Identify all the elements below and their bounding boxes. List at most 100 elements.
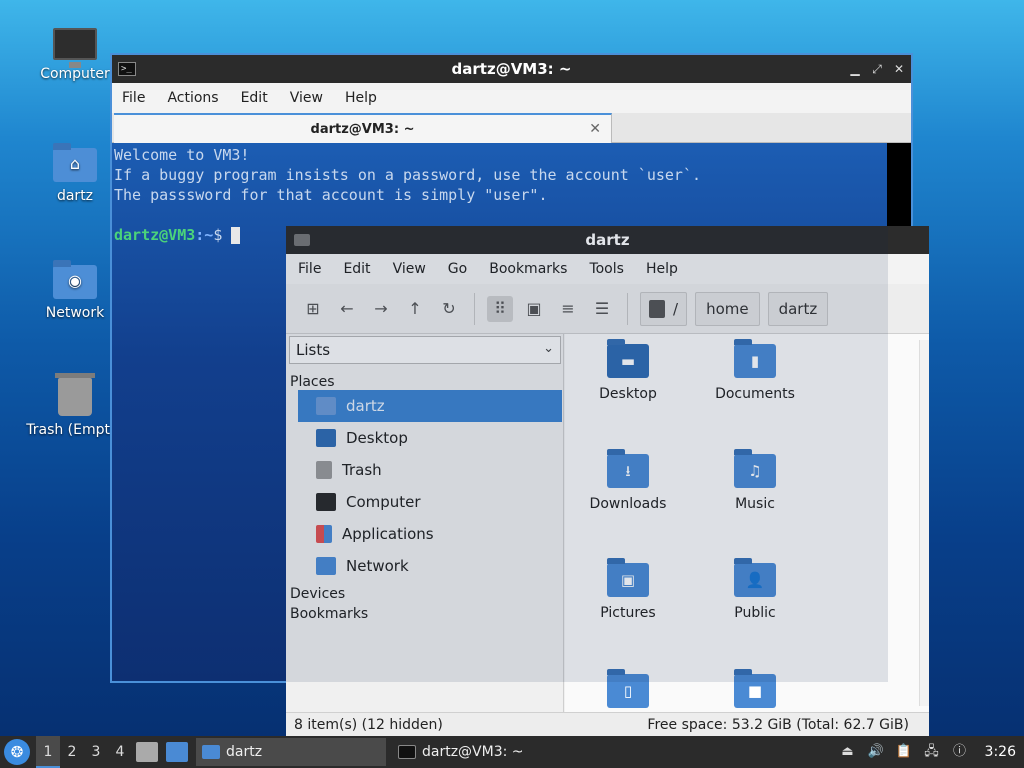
workspace-3[interactable]: 3 (84, 736, 108, 768)
templates-folder-icon: ▯ (607, 669, 649, 708)
forward-button[interactable]: → (368, 296, 394, 322)
folder-item-desktop[interactable]: ▬ Desktop (568, 339, 688, 402)
file-manager-menubar: File Edit View Go Bookmarks Tools Help (286, 254, 929, 284)
sidebar-item-trash[interactable]: Trash (298, 454, 562, 486)
folder-item-music[interactable]: ♫ Music (695, 449, 815, 512)
minimize-button[interactable]: ▁ (849, 63, 861, 75)
folder-label: Desktop (599, 386, 657, 402)
menu-bookmarks[interactable]: Bookmarks (489, 261, 567, 277)
toolbar-divider (627, 292, 628, 325)
side-pane-mode-value: Lists (296, 341, 331, 359)
menu-file[interactable]: File (298, 261, 321, 277)
tab-label: dartz@VM3: ~ (310, 121, 415, 137)
update-notification-icon[interactable]: ⓘ (951, 743, 969, 761)
sidebar-item-network[interactable]: Network (298, 550, 562, 582)
file-view-scrollbar[interactable] (919, 340, 929, 706)
sidebar-item-applications[interactable]: Applications (298, 518, 562, 550)
folder-label: Music (735, 496, 775, 512)
close-tab-icon[interactable]: ✕ (589, 121, 601, 137)
pictures-folder-icon: ▣ (607, 558, 649, 597)
show-desktop-icon[interactable] (166, 742, 188, 762)
sidebar-item-dartz[interactable]: dartz (298, 390, 562, 422)
terminal-titlebar[interactable]: >_ dartz@VM3: ~ ▁ ⤢ ✕ (112, 55, 911, 83)
terminal-line: Welcome to VM3! (114, 146, 250, 164)
folder-label: Public (734, 605, 776, 621)
folder-item-templates[interactable]: ▯ (568, 669, 688, 716)
folder-item-pictures[interactable]: ▣ Pictures (568, 558, 688, 621)
trash-icon (316, 461, 332, 479)
terminal-line: If a buggy program insists on a password… (114, 166, 701, 184)
terminal-tabbar: dartz@VM3: ~ ✕ (112, 113, 911, 143)
path-segment-home[interactable]: home (695, 291, 760, 326)
folder-item-public[interactable]: 👤 Public (695, 558, 815, 621)
close-button[interactable]: ✕ (893, 63, 905, 75)
new-tab-button[interactable]: ⊞ (300, 296, 326, 322)
menu-tools[interactable]: Tools (589, 261, 624, 277)
file-manager-launcher-icon[interactable] (136, 742, 158, 762)
task-button-terminal[interactable]: dartz@VM3: ~ (392, 738, 582, 766)
file-manager-titlebar[interactable]: dartz (286, 226, 929, 254)
start-menu-button[interactable]: ❂ (4, 739, 30, 765)
clipboard-icon[interactable]: 📋 (895, 743, 913, 761)
devices-heading[interactable]: Devices (286, 582, 563, 602)
back-button[interactable]: ← (334, 296, 360, 322)
folder-item-documents[interactable]: ▮ Documents (695, 339, 815, 402)
up-button[interactable]: ↑ (402, 296, 428, 322)
taskbar: ❂ 1 2 3 4 dartz dartz@VM3: ~ ⏏ 🔊 📋 🖧 ⓘ 3… (0, 736, 1024, 768)
file-manager-toolbar: ⊞ ← → ↑ ↻ ⠿ ▣ ≡ ☰ / home dartz (286, 284, 929, 334)
menu-edit[interactable]: Edit (241, 90, 268, 106)
prompt-user: dartz@VM3 (114, 226, 196, 244)
reload-button[interactable]: ↻ (436, 296, 462, 322)
menu-edit[interactable]: Edit (343, 261, 370, 277)
task-button-file-manager[interactable]: dartz (196, 738, 386, 766)
bookmarks-heading[interactable]: Bookmarks (286, 602, 563, 622)
sidebar-item-label: Desktop (346, 429, 408, 447)
menu-go[interactable]: Go (448, 261, 467, 277)
free-space-status: Free space: 53.2 GiB (Total: 62.7 GiB) (647, 716, 909, 733)
task-label: dartz@VM3: ~ (422, 744, 524, 760)
thumbnail-view-button[interactable]: ▣ (521, 296, 547, 322)
terminal-icon (398, 745, 416, 759)
item-count-status: 8 item(s) (12 hidden) (294, 716, 443, 733)
detailed-view-button[interactable]: ☰ (589, 296, 615, 322)
folder-item-downloads[interactable]: ⭳ Downloads (568, 449, 688, 512)
workspace-1[interactable]: 1 (36, 736, 60, 768)
trash-icon (55, 373, 95, 416)
clock[interactable]: 3:26 (985, 744, 1016, 760)
sidebar-item-label: Applications (342, 525, 434, 543)
sidebar-item-desktop[interactable]: Desktop (298, 422, 562, 454)
workspace-4[interactable]: 4 (108, 736, 132, 768)
menu-help[interactable]: Help (345, 90, 377, 106)
path-root-button[interactable]: / (640, 291, 688, 326)
videos-folder-icon: ■ (734, 669, 776, 708)
prompt-symbol: $ (213, 226, 223, 244)
network-folder-icon: ◉ (53, 260, 97, 299)
network-icon[interactable]: 🖧 (923, 743, 941, 761)
path-root-label: / (673, 299, 679, 318)
eject-icon[interactable]: ⏏ (839, 743, 857, 761)
desktop-folder-icon: ▬ (607, 339, 649, 378)
sidebar-item-computer[interactable]: Computer (298, 486, 562, 518)
menu-view[interactable]: View (393, 261, 426, 277)
sidebar-item-label: Trash (342, 461, 382, 479)
icon-view-button[interactable]: ⠿ (487, 295, 513, 322)
maximize-button[interactable]: ⤢ (871, 63, 883, 75)
menu-file[interactable]: File (122, 90, 145, 106)
compact-view-button[interactable]: ≡ (555, 296, 581, 322)
file-manager-window[interactable]: dartz File Edit View Go Bookmarks Tools … (286, 226, 929, 736)
menu-actions[interactable]: Actions (167, 90, 218, 106)
downloads-folder-icon: ⭳ (607, 449, 649, 488)
computer-icon (53, 28, 97, 68)
drive-icon (649, 299, 665, 318)
folder-item-videos[interactable]: ■ (695, 669, 815, 716)
workspace-2[interactable]: 2 (60, 736, 84, 768)
volume-icon[interactable]: 🔊 (867, 743, 885, 761)
side-pane-mode-select[interactable]: Lists ⌄ (289, 336, 561, 364)
terminal-tab[interactable]: dartz@VM3: ~ ✕ (114, 113, 612, 143)
menu-help[interactable]: Help (646, 261, 678, 277)
places-heading[interactable]: Places (286, 364, 563, 390)
desktop-icon (316, 429, 336, 447)
path-segment-dartz[interactable]: dartz (767, 291, 829, 326)
file-view[interactable]: ▬ Desktop ▮ Documents ⭳ Downloads ♫ Musi… (565, 334, 929, 712)
menu-view[interactable]: View (290, 90, 323, 106)
